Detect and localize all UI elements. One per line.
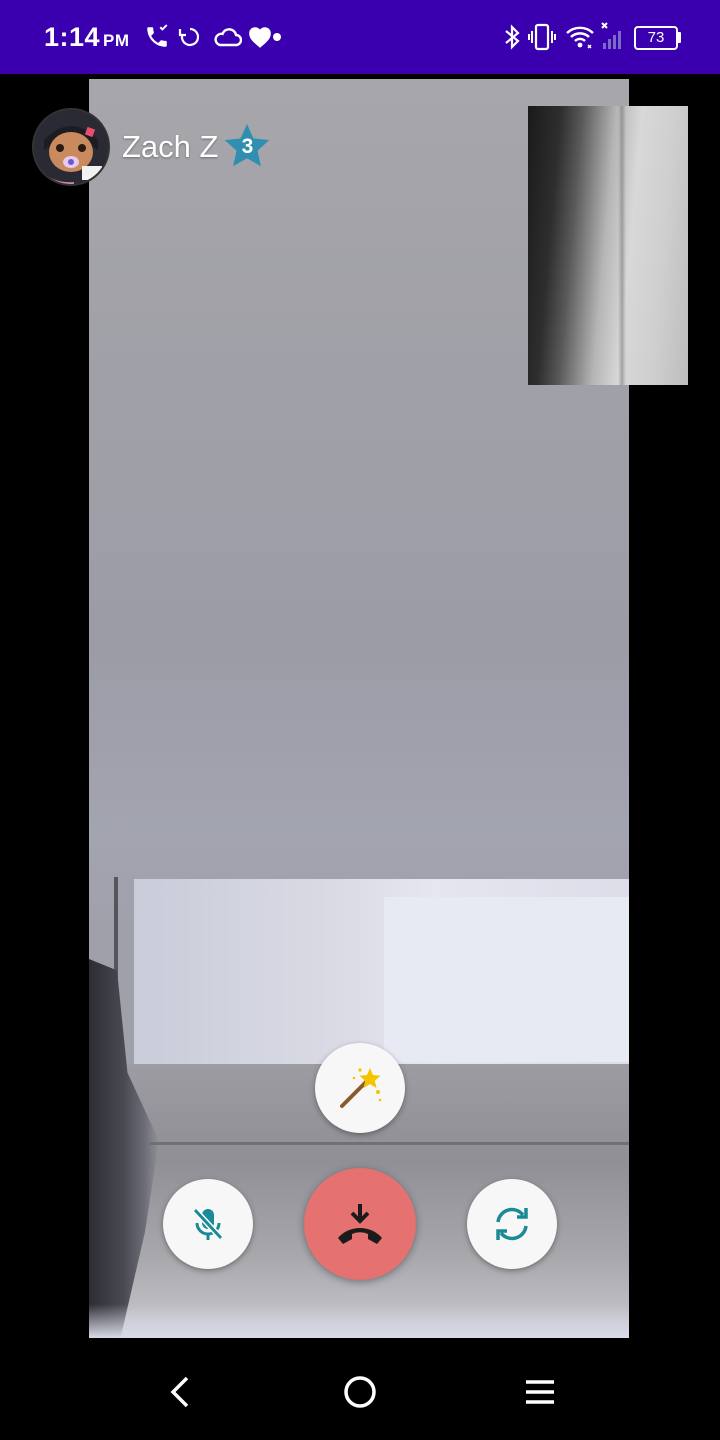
mute-button[interactable] [163, 1179, 253, 1269]
menu-icon [526, 1380, 554, 1404]
home-button[interactable] [332, 1364, 388, 1420]
local-camera-preview[interactable] [528, 106, 688, 385]
status-time: 1:14 PM [44, 22, 130, 53]
avatar-image [34, 110, 108, 184]
caller-info: Zach Z 3 [32, 106, 272, 188]
remote-video-shine [89, 1304, 629, 1338]
sync-icon [175, 22, 205, 52]
status-bar: 1:14 PM 73 [0, 0, 720, 74]
recents-button[interactable] [512, 1364, 568, 1420]
bluetooth-icon [497, 22, 527, 52]
switch-camera-icon [496, 1207, 528, 1241]
status-time-ampm: PM [103, 31, 130, 50]
battery-tip [677, 32, 681, 43]
switch-camera-button[interactable] [467, 1179, 557, 1269]
end-call-icon [338, 1204, 382, 1244]
back-button[interactable] [152, 1364, 208, 1420]
effects-button[interactable] [315, 1043, 405, 1133]
cloud-icon [210, 22, 244, 52]
home-icon [344, 1376, 376, 1408]
vibrate-icon [527, 22, 557, 52]
navigation-bar [0, 1340, 720, 1440]
remote-video-window-bright [384, 897, 629, 1062]
remote-video-ledge [149, 1142, 629, 1145]
level-badge-number: 3 [241, 135, 254, 158]
mic-off-icon [192, 1207, 224, 1241]
battery-level: 73 [647, 29, 665, 46]
battery-icon: 73 [634, 26, 678, 50]
signal-icon [598, 20, 626, 52]
local-preview-fold [618, 106, 626, 385]
wifi-icon [563, 22, 597, 52]
magic-wand-icon [340, 1068, 382, 1108]
status-time-value: 1:14 [44, 22, 101, 52]
level-badge: 3 [222, 122, 272, 172]
avatar[interactable] [32, 108, 110, 186]
dot-icon [267, 22, 287, 52]
end-call-button[interactable] [304, 1168, 416, 1280]
caller-name: Zach Z [122, 129, 219, 164]
call-icon [142, 22, 172, 52]
back-icon [170, 1376, 189, 1408]
